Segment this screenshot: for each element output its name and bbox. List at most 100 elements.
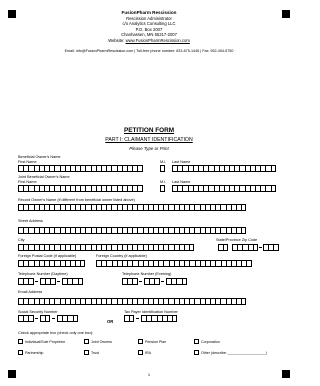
- or-separator: OR: [107, 319, 114, 324]
- char-box[interactable]: [80, 260, 86, 267]
- page-number: 1: [147, 372, 151, 377]
- email-boxes[interactable]: [18, 298, 247, 305]
- tel-day-label: Telephone Number (Daytime): [18, 272, 68, 276]
- char-box[interactable]: [252, 244, 258, 251]
- char-box[interactable]: [137, 185, 143, 192]
- record-owner-boxes[interactable]: [18, 204, 247, 211]
- char-box[interactable]: [246, 260, 252, 267]
- char-box[interactable]: [72, 315, 78, 322]
- char-box[interactable]: [241, 204, 247, 211]
- checkbox-trust[interactable]: [84, 350, 89, 355]
- checkbox-partnership[interactable]: [18, 350, 23, 355]
- corner-mark-top-right: [282, 10, 290, 18]
- joint-mi-box[interactable]: [160, 185, 166, 192]
- checkbox-trust-label: Trust: [91, 350, 100, 355]
- tin-part1-boxes[interactable]: [124, 315, 135, 322]
- street-address-boxes[interactable]: [18, 227, 247, 234]
- char-box[interactable]: [45, 315, 51, 322]
- city-boxes[interactable]: [18, 244, 195, 251]
- char-box[interactable]: [223, 244, 229, 251]
- char-box[interactable]: [270, 165, 276, 172]
- beneficial-first-name-boxes[interactable]: [18, 165, 143, 172]
- checkbox-corporation-label: Corporation: [201, 339, 220, 344]
- char-box[interactable]: [241, 298, 247, 305]
- tel-eve-prefix-boxes[interactable]: [144, 278, 160, 285]
- foreign-postal-boxes[interactable]: [18, 260, 86, 267]
- char-box[interactable]: [28, 315, 34, 322]
- char-box[interactable]: [160, 165, 166, 172]
- ssn-dash-2: [52, 318, 55, 319]
- checkbox-ira[interactable]: [138, 350, 143, 355]
- tel-day-dash-1: [35, 281, 38, 282]
- ssn-part1-boxes[interactable]: [18, 315, 34, 322]
- tel-eve-label: Telephone Number (Evening): [122, 272, 172, 276]
- contact-line: Email: info@FusionPharmRescission.com | …: [64, 49, 234, 53]
- state-boxes[interactable]: [218, 244, 229, 251]
- ssn-part2-boxes[interactable]: [40, 315, 51, 322]
- tel-day-line-boxes[interactable]: [62, 278, 83, 285]
- joint-first-name-label: First Name: [18, 180, 37, 184]
- state-zip-label: State/Province Zip Code: [216, 238, 258, 242]
- corner-mark-top-left: [8, 10, 16, 18]
- zip-dash: [259, 247, 262, 248]
- petition-form-page: FusionPharm Rescission Rescission Admini…: [0, 0, 298, 386]
- last-name-label: Last Name: [172, 160, 191, 164]
- foreign-postal-label: Foreign Postal Code (if applicable): [18, 254, 77, 258]
- header-name: FusionPharm Rescission: [121, 10, 177, 15]
- tel-day-area-boxes[interactable]: [18, 278, 34, 285]
- record-owner-label: Record Owner's Name (if different from b…: [18, 198, 135, 202]
- char-box[interactable]: [241, 227, 247, 234]
- joint-owner-label: Joint Beneficial Owner's Name: [18, 175, 70, 179]
- tel-eve-line-boxes[interactable]: [166, 278, 187, 285]
- tel-eve-dash-2: [161, 281, 164, 282]
- char-box[interactable]: [181, 278, 187, 285]
- checkbox-joint-owners[interactable]: [84, 339, 89, 344]
- tel-day-prefix-boxes[interactable]: [40, 278, 56, 285]
- char-box[interactable]: [270, 185, 276, 192]
- part-title: PART I: CLAIMANT IDENTIFICATION: [105, 137, 193, 143]
- char-box[interactable]: [28, 278, 34, 285]
- char-box[interactable]: [172, 315, 178, 322]
- char-box[interactable]: [189, 244, 195, 251]
- tin-part2-boxes[interactable]: [141, 315, 178, 322]
- joint-first-name-boxes[interactable]: [18, 185, 143, 192]
- checkbox-other-label: Other (describe: ___________________): [201, 350, 267, 355]
- char-box[interactable]: [154, 278, 160, 285]
- char-box[interactable]: [50, 278, 56, 285]
- first-name-label: First Name: [18, 160, 37, 164]
- char-box[interactable]: [160, 185, 166, 192]
- beneficial-last-name-boxes[interactable]: [172, 165, 276, 172]
- city-label: City: [18, 238, 25, 242]
- char-box[interactable]: [273, 244, 279, 251]
- char-box[interactable]: [132, 278, 138, 285]
- website-link[interactable]: www.FusionPharmRescission.com: [126, 38, 190, 43]
- foreign-country-boxes[interactable]: [96, 260, 252, 267]
- checkbox-other[interactable]: [194, 350, 199, 355]
- checkbox-individual[interactable]: [18, 339, 23, 344]
- ssn-label: Social Security Number: [18, 310, 58, 314]
- foreign-country-label: Foreign Country (if applicable): [96, 254, 147, 258]
- tin-dash: [136, 318, 139, 319]
- tel-eve-area-boxes[interactable]: [122, 278, 138, 285]
- ssn-dash-1: [35, 318, 38, 319]
- joint-last-name-boxes[interactable]: [172, 185, 276, 192]
- char-box[interactable]: [129, 315, 135, 322]
- ssn-part3-boxes[interactable]: [57, 315, 78, 322]
- char-box[interactable]: [137, 165, 143, 172]
- mi-label: M.I.: [160, 160, 167, 164]
- checkbox-pension-plan[interactable]: [138, 339, 143, 344]
- checkbox-individual-label: Individual/Sole Proprietor: [25, 339, 66, 344]
- char-box[interactable]: [77, 278, 83, 285]
- tel-eve-dash-1: [139, 281, 142, 282]
- zip-boxes[interactable]: [232, 244, 258, 251]
- website-label: Website:: [108, 37, 126, 43]
- administrator-address: FusionPharm Rescission Rescission Admini…: [40, 10, 258, 44]
- joint-last-name-label: Last Name: [172, 180, 191, 184]
- checkbox-joint-owners-label: Joint Owners: [91, 339, 112, 344]
- zip-plus4-boxes[interactable]: [263, 244, 279, 251]
- checkbox-corporation[interactable]: [194, 339, 199, 344]
- form-title: PETITION FORM: [123, 127, 175, 134]
- beneficial-mi-box[interactable]: [160, 165, 166, 172]
- email-label: Email Address: [18, 290, 43, 294]
- checkbox-ira-label: IRA: [145, 350, 151, 355]
